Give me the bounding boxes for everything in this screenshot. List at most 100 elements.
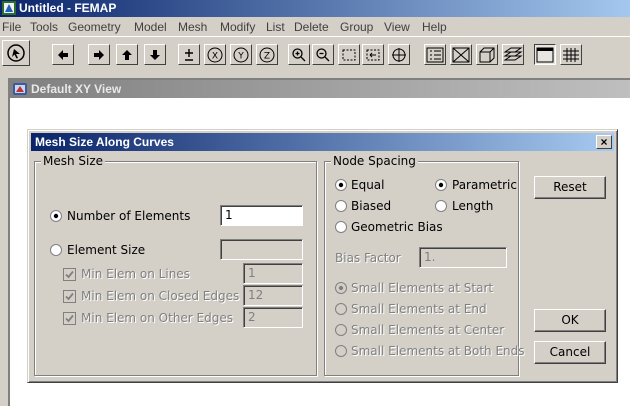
menu-delete[interactable]: Delete [294, 20, 329, 34]
small-at-both-ends-label: Small Elements at Both Ends [351, 344, 525, 358]
small-at-start-radio[interactable] [335, 282, 347, 294]
zoom-box-button[interactable] [338, 44, 360, 65]
element-size-input[interactable] [220, 239, 303, 260]
mesh-size-group-label: Mesh Size [41, 154, 106, 168]
move-right-button[interactable] [88, 44, 110, 65]
equal-radio[interactable] [335, 179, 347, 191]
select-icon [7, 44, 25, 62]
solid-button[interactable] [476, 44, 498, 65]
view-title-bar[interactable]: Default XY View [10, 80, 630, 98]
small-at-end-radio[interactable] [335, 303, 347, 315]
menu-bar: File Tools Geometry Model Mesh Modify Li… [0, 17, 630, 35]
element-size-radio[interactable] [50, 244, 62, 256]
view-icon [13, 83, 27, 95]
plus-minus-icon [185, 48, 193, 61]
rotate-plus-minus-button[interactable] [178, 44, 200, 65]
app-title-bar[interactable]: Untitled - FEMAP [0, 0, 630, 17]
mesh-size-group: Mesh Size Number of Elements 1 Element S… [34, 154, 317, 376]
move-up-button[interactable] [116, 44, 138, 65]
grid-button[interactable] [560, 44, 582, 65]
zoom-out-icon [316, 47, 330, 61]
menu-mesh[interactable]: Mesh [178, 20, 207, 34]
rotate-z-button[interactable]: Z [256, 44, 278, 65]
box-icon [452, 47, 470, 62]
cancel-button[interactable]: Cancel [534, 341, 606, 364]
min-elem-closed-edges-input[interactable]: 12 [243, 285, 303, 306]
list-view-button[interactable] [424, 44, 446, 65]
min-elem-other-edges-label: Min Elem on Other Edges [81, 311, 234, 325]
element-size-label: Element Size [67, 243, 146, 257]
geometric-bias-label: Geometric Bias [351, 220, 443, 234]
center-icon [392, 47, 406, 62]
rotate-x-button[interactable]: X [204, 44, 226, 65]
arrow-down-icon [150, 49, 160, 60]
min-elem-other-edges-input[interactable]: 2 [243, 307, 303, 328]
pan-icon [366, 49, 380, 60]
arrow-up-icon [122, 49, 132, 60]
move-down-button[interactable] [144, 44, 166, 65]
layers-button[interactable] [502, 44, 524, 65]
svg-text:X: X [212, 51, 218, 61]
geometric-bias-radio[interactable] [335, 221, 347, 233]
menu-modify[interactable]: Modify [220, 20, 255, 34]
min-elem-other-edges-checkbox[interactable] [63, 312, 76, 325]
move-left-button[interactable] [52, 44, 74, 65]
min-elem-lines-label: Min Elem on Lines [81, 267, 190, 281]
window-button[interactable] [534, 44, 556, 65]
node-spacing-group-label: Node Spacing [331, 154, 418, 168]
menu-help[interactable]: Help [422, 20, 447, 34]
small-at-both-ends-radio[interactable] [335, 345, 347, 357]
close-icon: × [600, 135, 608, 149]
small-at-center-radio[interactable] [335, 324, 347, 336]
grid-icon [563, 47, 579, 62]
number-of-elements-label: Number of Elements [67, 209, 191, 223]
select-button[interactable] [2, 40, 30, 66]
dialog-close-button[interactable]: × [596, 135, 612, 149]
menu-model[interactable]: Model [134, 20, 167, 34]
svg-text:Z: Z [264, 51, 270, 61]
number-of-elements-radio[interactable] [50, 210, 62, 222]
small-at-start-label: Small Elements at Start [351, 281, 494, 295]
zoom-in-button[interactable] [288, 44, 310, 65]
reset-button[interactable]: Reset [534, 176, 606, 199]
list-icon [426, 47, 444, 62]
menu-group[interactable]: Group [340, 20, 373, 34]
pan-button[interactable] [362, 44, 384, 65]
main-toolbar: X Y Z [0, 36, 630, 69]
parametric-label: Parametric [452, 178, 517, 192]
zoom-out-button[interactable] [312, 44, 334, 65]
box-button[interactable] [450, 44, 472, 65]
small-at-center-label: Small Elements at Center [351, 323, 505, 337]
dialog-title-bar[interactable]: Mesh Size Along Curves × [31, 133, 614, 151]
rotate-y-icon: Y [233, 47, 249, 62]
view-title: Default XY View [31, 82, 122, 96]
parametric-radio[interactable] [435, 179, 447, 191]
rotate-x-icon: X [207, 47, 223, 62]
menu-view[interactable]: View [384, 20, 410, 34]
bias-factor-input[interactable]: 1. [419, 247, 507, 268]
menu-geometry[interactable]: Geometry [68, 20, 121, 34]
equal-label: Equal [351, 178, 385, 192]
solid-icon [479, 47, 495, 62]
biased-radio[interactable] [335, 200, 347, 212]
menu-tools[interactable]: Tools [30, 20, 58, 34]
svg-text:Y: Y [237, 51, 244, 61]
ok-button[interactable]: OK [534, 309, 606, 332]
rotate-y-button[interactable]: Y [230, 44, 252, 65]
small-at-end-label: Small Elements at End [351, 302, 487, 316]
biased-label: Biased [351, 199, 392, 213]
arrow-left-icon [58, 49, 68, 60]
bias-factor-label: Bias Factor [335, 251, 401, 265]
length-label: Length [452, 199, 494, 213]
menu-list[interactable]: List [266, 20, 285, 34]
length-radio[interactable] [435, 200, 447, 212]
arrow-right-icon [94, 49, 104, 60]
app-title: Untitled - FEMAP [19, 1, 117, 15]
menu-file[interactable]: File [2, 20, 21, 34]
number-of-elements-input[interactable]: 1 [220, 205, 303, 226]
min-elem-lines-input[interactable]: 1 [243, 263, 303, 284]
center-button[interactable] [388, 44, 410, 65]
min-elem-closed-edges-checkbox[interactable] [63, 290, 76, 303]
min-elem-lines-checkbox[interactable] [63, 268, 76, 281]
rotate-z-icon: Z [259, 47, 275, 62]
